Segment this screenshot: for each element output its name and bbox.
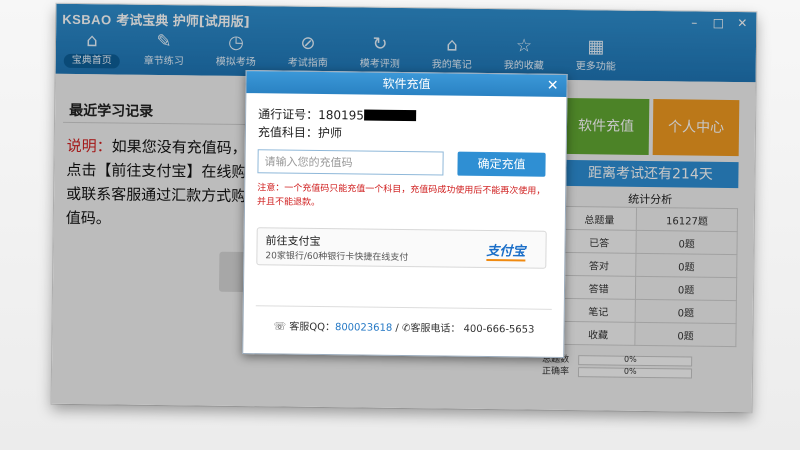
divider	[255, 305, 552, 310]
app-window: KSBAO 考试宝典 护师[试用版] – □ ✕ ⌂ 宝典首页 ✎ 章节练习 ◷…	[51, 3, 757, 413]
close-icon[interactable]: ✕	[547, 75, 559, 97]
qq-label: 客服QQ：	[289, 321, 336, 334]
alipay-logo: 支付宝	[486, 240, 525, 259]
phone-value: 400-666-5653	[463, 323, 535, 336]
dialog-title: 软件充值	[382, 76, 431, 92]
recharge-dialog: 软件充值 ✕ 通行证号：180195 充值科目：护师 请输入您的充值码 确定充值…	[242, 70, 568, 358]
separator: /	[395, 322, 399, 334]
subject-label: 充值科目：	[257, 125, 319, 140]
subject-row: 充值科目：护师	[258, 123, 342, 141]
dialog-header: 软件充值 ✕	[246, 71, 567, 97]
phone-label: 客服电话：	[410, 323, 461, 335]
alipay-title: 前往支付宝	[265, 234, 321, 248]
qq-icon: ☏	[273, 321, 287, 333]
phone-icon: ✆	[401, 322, 411, 335]
subject-value: 护师	[317, 125, 343, 141]
recharge-code-input[interactable]: 请输入您的充值码	[257, 149, 444, 176]
redaction-bar	[363, 109, 417, 122]
confirm-recharge-button[interactable]: 确定充值	[457, 151, 546, 177]
alipay-subtitle: 20家银行/60种银行卡快捷在线支付	[265, 251, 409, 264]
qq-link[interactable]: 800023618	[335, 322, 392, 334]
pass-row: 通行证号：180195	[258, 105, 417, 124]
alipay-option[interactable]: 前往支付宝 20家银行/60种银行卡快捷在线支付 支付宝	[256, 227, 547, 269]
pass-value: 180195	[318, 107, 365, 123]
warning-text: 注意：一个充值码只能充值一个科目，充值码成功使用后不能再次使用，并且不能退款。	[256, 183, 546, 208]
pass-label: 通行证号：	[258, 107, 319, 122]
customer-service: ☏ 客服QQ：800023618 / ✆客服电话： 400-666-5653	[273, 317, 534, 335]
